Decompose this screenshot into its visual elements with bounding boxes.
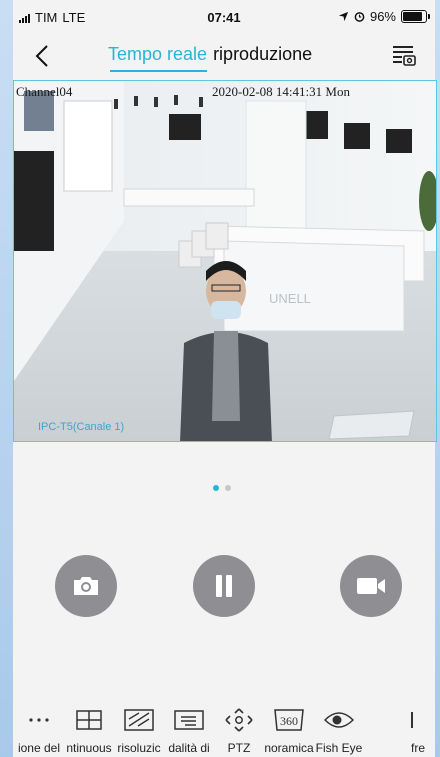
nav-bar: Tempo reale riproduzione [13,34,435,80]
svg-text:360: 360 [280,714,298,728]
bottom-toolbar: ione del ntinuous risoluzic dalità di PT… [13,700,435,757]
view-tabs: Tempo reale riproduzione [108,44,312,72]
pause-button[interactable] [193,555,255,617]
battery-fill [403,12,422,21]
live-video-view[interactable]: UNELL Channel04 2020-02-08 14:41:31 Mon … [13,80,437,442]
more-icon [29,718,49,722]
tool-more[interactable]: ione del [13,700,65,757]
battery-percent: 96% [369,9,396,24]
location-arrow-icon [338,11,349,22]
osd-channel: Channel04 [16,84,73,99]
battery-icon [401,10,430,23]
snapshot-button[interactable] [55,555,117,617]
partial-icon [411,712,413,728]
ptz-icon [225,708,253,732]
page-indicator [213,485,231,491]
status-bar: TIM LTE 07:41 96% [13,0,435,34]
tool-mode[interactable]: dalità di [163,700,215,757]
tool-continuous[interactable]: ntinuous [63,700,115,757]
resolution-icon [124,709,154,731]
tool-partial[interactable]: fre [381,700,425,757]
fisheye-icon [324,712,354,728]
tool-panorama[interactable]: 360 noramica [263,700,315,757]
status-right: 96% [338,9,430,24]
left-edge [0,0,13,757]
page-dot-1[interactable] [213,485,219,491]
camera-icon [74,577,98,595]
video-camera-icon [357,578,385,594]
page-dot-2[interactable] [225,485,231,491]
app-frame: TIM LTE 07:41 96% Tempo reale riproduzio… [0,0,440,757]
back-chevron-icon[interactable] [31,42,55,70]
tool-resolution[interactable]: risoluzic [113,700,165,757]
device-list-icon[interactable] [391,43,417,69]
tool-label: Fish Eye [315,741,363,755]
alarm-icon [354,12,365,22]
tab-live[interactable]: Tempo reale [108,44,208,72]
pause-icon [216,575,232,597]
camera-name-label: IPC-T5(Canale 1) [38,421,125,433]
tool-fisheye[interactable]: Fish Eye [313,700,365,757]
record-button[interactable] [340,555,402,617]
osd-timestamp: 2020-02-08 14:41:31 Mon [212,84,350,99]
video-frame-image: UNELL [14,81,436,441]
grid-icon [76,710,102,730]
tool-ptz[interactable]: PTZ [213,700,265,757]
tab-playback[interactable]: riproduzione [213,44,312,65]
svg-text:UNELL: UNELL [269,291,311,306]
mode-icon [174,710,204,730]
panorama-360-icon: 360 [274,709,304,731]
tool-label: fre [411,741,426,755]
